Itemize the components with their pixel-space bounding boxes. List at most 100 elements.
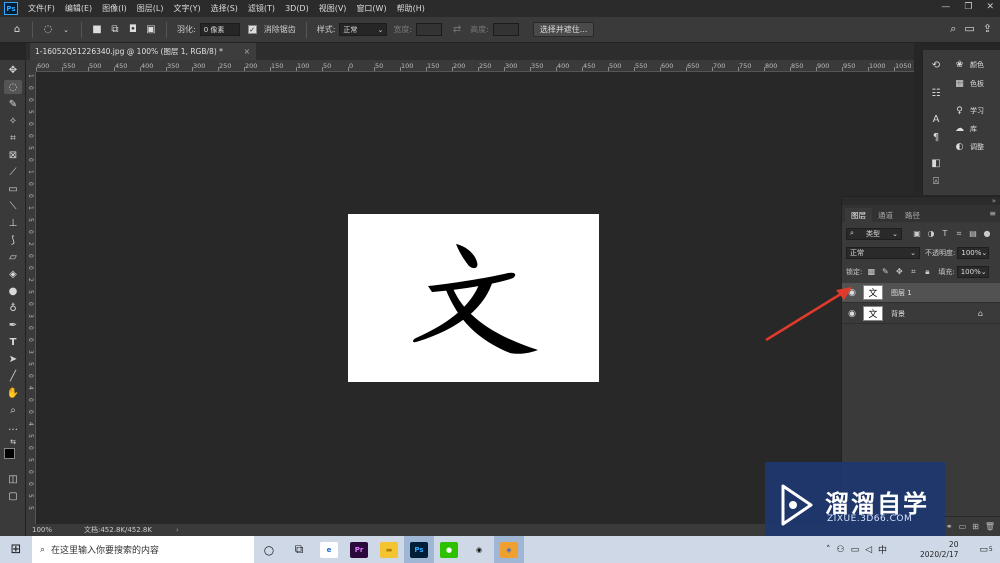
notification-center-button[interactable]: ▭ 5 (972, 536, 1000, 563)
share-icon[interactable]: ⇪ (983, 22, 992, 36)
link-layers-icon[interactable]: ⚭ (946, 522, 953, 531)
start-button[interactable]: ⊞ (0, 536, 32, 563)
history-brush-tool-icon[interactable]: ⟆ (4, 233, 22, 247)
cortana-icon[interactable]: ○ (254, 536, 284, 563)
taskbar-app-edge[interactable]: e (314, 536, 344, 563)
tab-paths[interactable]: 路径 (899, 208, 926, 222)
chevron-up-icon[interactable]: ˄ (826, 545, 831, 555)
more-tools-icon[interactable]: … (4, 420, 22, 434)
menu-select[interactable]: 选择(S) (211, 3, 238, 14)
taskbar-app-photoshop[interactable]: Ps (404, 536, 434, 563)
new-selection-icon[interactable]: ■ (90, 23, 104, 37)
ime-indicator[interactable]: 中 (878, 543, 887, 556)
dodge-tool-icon[interactable]: ♁ (4, 301, 22, 315)
properties-panel-icon[interactable]: ☷ (929, 86, 943, 100)
fill-input[interactable]: 100% ⌄ (956, 265, 989, 278)
taskbar-app-other[interactable]: ◈ (494, 536, 524, 563)
character-panel-icon[interactable]: A (929, 112, 943, 126)
workspace-icon[interactable]: ▭ (964, 22, 974, 36)
menu-view[interactable]: 视图(V) (319, 3, 347, 14)
lock-icon[interactable]: ⌂ (978, 309, 983, 318)
blend-mode-select[interactable]: 正常 ⌄ (846, 246, 920, 259)
panel-menu-icon[interactable]: ≡ (989, 209, 996, 218)
adjustments-panel-tab[interactable]: ◐ 调整 (954, 141, 984, 153)
brush-tool-icon[interactable]: ⟍ (4, 199, 22, 213)
width-input[interactable] (416, 23, 443, 36)
learn-panel-tab[interactable]: ♀ 学习 (954, 105, 984, 117)
type-tool-icon[interactable]: T (4, 335, 22, 349)
taskbar-search[interactable]: ⌕ 在这里输入你要搜索的内容 (32, 536, 254, 563)
minimize-button[interactable]: — (941, 2, 950, 12)
opacity-input[interactable]: 100% ⌄ (957, 246, 990, 259)
paint-bucket-tool-icon[interactable]: ◈ (4, 267, 22, 281)
frame-tool-icon[interactable]: ⊠ (4, 148, 22, 162)
feather-input[interactable]: 0 像素 (199, 23, 240, 36)
layer-row[interactable]: ◉ 文 图层 1 (842, 283, 1000, 303)
glyphs-panel-icon[interactable]: ⍓ (929, 174, 943, 188)
zoom-tool-icon[interactable]: ⌕ (4, 403, 22, 417)
taskbar-app-qq[interactable]: ◉ (464, 536, 494, 563)
menu-layer[interactable]: 图层(L) (137, 3, 164, 14)
taskbar-app-premiere[interactable]: Pr (344, 536, 374, 563)
move-tool-icon[interactable]: ✥ (4, 63, 22, 77)
layer-name[interactable]: 背景 (891, 309, 905, 319)
menu-help[interactable]: 帮助(H) (397, 3, 425, 14)
restore-button[interactable]: ❐ (964, 2, 972, 12)
document-tab[interactable]: 1-16052Q51226340.jpg @ 100% (图层 1, RGB/8… (30, 43, 256, 60)
quick-mask-icon[interactable]: ◫ (4, 472, 22, 486)
screen-mode-icon[interactable]: ▢ (4, 489, 22, 503)
new-layer-icon[interactable]: ⊞ (972, 522, 979, 531)
lasso-preset-icon[interactable]: ◌ (41, 23, 55, 37)
path-selection-tool-icon[interactable]: ➤ (4, 352, 22, 366)
collapse-icon[interactable]: » (992, 197, 996, 205)
paragraph-panel-icon[interactable]: ¶ (929, 130, 943, 144)
trash-icon[interactable]: 🗑︎ (985, 522, 995, 531)
intersect-selection-icon[interactable]: ▣ (144, 23, 158, 37)
menu-file[interactable]: 文件(F) (28, 3, 55, 14)
swap-icon[interactable]: ⇄ (450, 23, 464, 37)
status-menu-arrow[interactable]: › (176, 526, 179, 534)
subtract-selection-icon[interactable]: ◘ (126, 23, 140, 37)
color-panel-tab[interactable]: ❀ 颜色 (954, 59, 984, 71)
actions-panel-icon[interactable]: ◧ (929, 156, 943, 170)
quick-select-tool-icon[interactable]: ✎ (4, 97, 22, 111)
filter-adjustment-icon[interactable]: ◑ (926, 229, 936, 239)
search-icon[interactable]: ⌕ (950, 22, 956, 36)
network-icon[interactable]: ▭ (851, 545, 860, 555)
people-icon[interactable]: ⚇ (837, 545, 845, 555)
lock-artboard-icon[interactable]: ⌗ (908, 267, 918, 277)
foreground-color-swatch[interactable] (4, 448, 15, 459)
lock-transparent-icon[interactable]: ▩ (866, 267, 876, 277)
filter-toggle-icon[interactable]: ● (982, 229, 992, 239)
menu-image[interactable]: 图像(I) (102, 3, 127, 14)
taskbar-clock[interactable]: 20 2020/2/17 (920, 536, 958, 563)
new-group-icon[interactable]: ▭ (959, 522, 967, 531)
filter-type-icon[interactable]: T (940, 229, 950, 239)
volume-icon[interactable]: ◁ (865, 545, 872, 555)
taskbar-app-wechat[interactable]: ● (434, 536, 464, 563)
document-canvas[interactable] (348, 214, 599, 382)
crop-tool-icon[interactable]: ⌗ (4, 131, 22, 145)
tab-layers[interactable]: 图层 (845, 208, 872, 222)
lock-all-icon[interactable]: 🔒︎ (922, 267, 932, 277)
blur-tool-icon[interactable]: ● (4, 284, 22, 298)
task-view-icon[interactable]: ⧉ (284, 536, 314, 563)
menu-filter[interactable]: 滤镜(T) (248, 3, 275, 14)
chevron-down-icon[interactable]: ⌄ (59, 23, 73, 37)
close-tab-icon[interactable]: × (244, 47, 250, 56)
eyedropper-tool-icon[interactable]: ⟋ (4, 165, 22, 179)
style-select[interactable]: 正常 ⌄ (339, 23, 388, 36)
pen-tool-icon[interactable]: ✒ (4, 318, 22, 332)
eraser-tool-icon[interactable]: ▱ (4, 250, 22, 264)
line-tool-icon[interactable]: ╱ (4, 369, 22, 383)
swatches-panel-tab[interactable]: ▦ 色板 (954, 78, 984, 90)
history-panel-icon[interactable]: ⟲ (929, 58, 943, 72)
anti-alias-checkbox[interactable]: ✓ (247, 25, 257, 34)
clone-stamp-tool-icon[interactable]: ⊥ (4, 216, 22, 230)
menu-type[interactable]: 文字(Y) (173, 3, 200, 14)
height-input[interactable] (492, 23, 519, 36)
hand-tool-icon[interactable]: ✋ (4, 386, 22, 400)
add-selection-icon[interactable]: ⧉ (108, 23, 122, 37)
menu-window[interactable]: 窗口(W) (356, 3, 386, 14)
lock-position-icon[interactable]: ✥ (894, 267, 904, 277)
